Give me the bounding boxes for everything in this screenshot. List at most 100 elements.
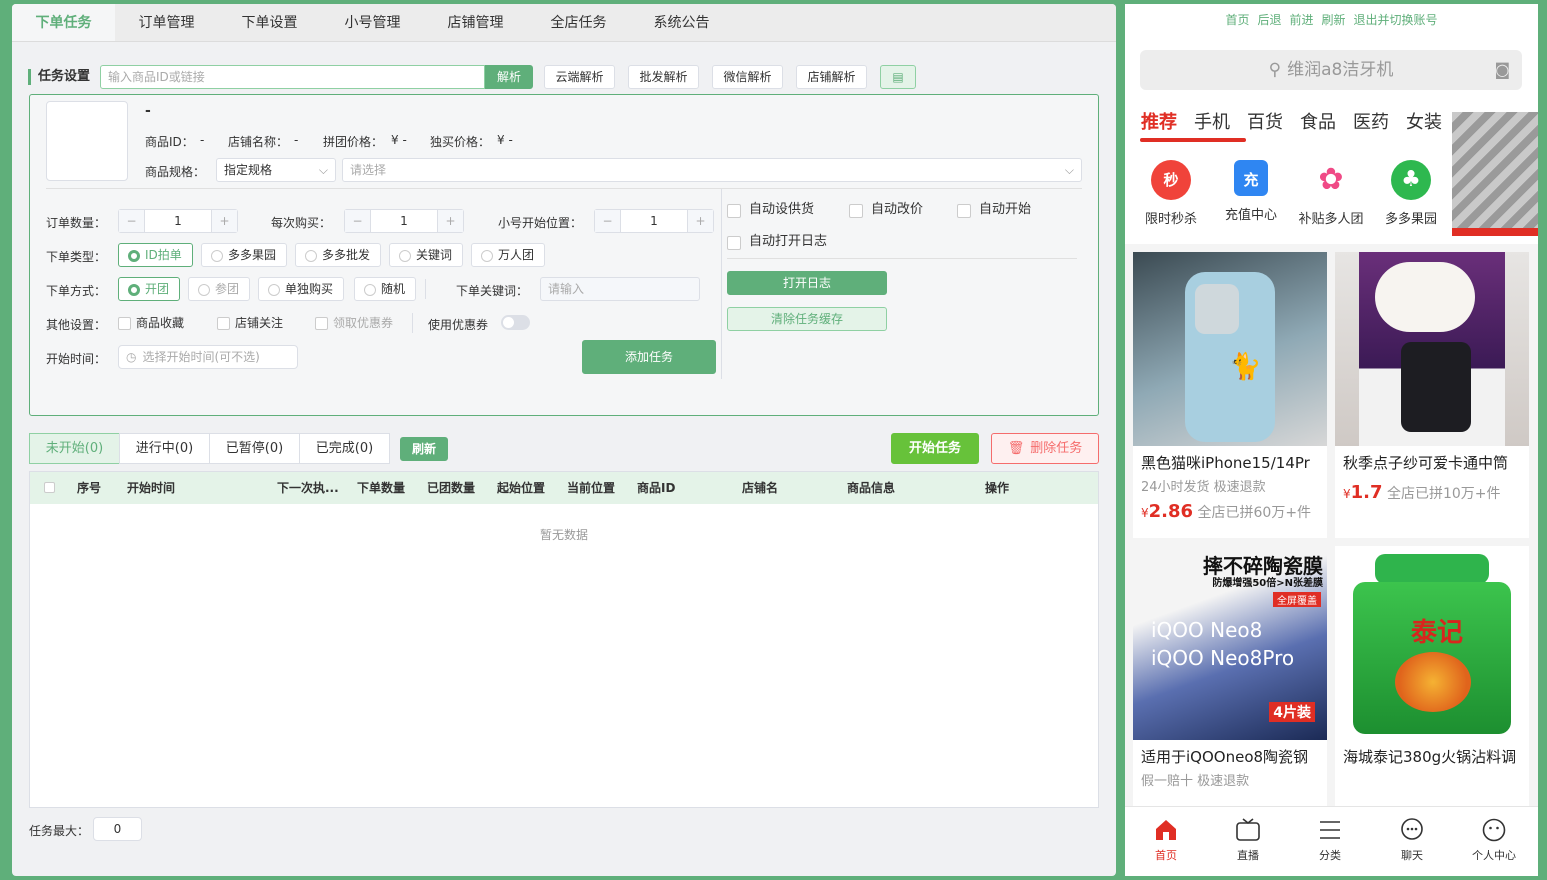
start-pos-stepper[interactable]: −1 + — [594, 209, 714, 233]
shop-parse-button[interactable]: 店铺解析 — [796, 65, 868, 89]
recharge-entry[interactable]: 充充值中心 — [1211, 160, 1291, 223]
orchard-entry[interactable]: ♣ 多多果园 — [1371, 160, 1451, 227]
tab-account-management[interactable]: 小号管理 — [321, 4, 424, 41]
select-all-checkbox[interactable] — [44, 482, 55, 493]
each-buy-stepper[interactable]: −1 + — [344, 209, 464, 233]
copy-icon[interactable]: ▤ — [880, 65, 917, 89]
pixelated-banner[interactable] — [1452, 112, 1538, 236]
plus-icon[interactable]: + — [211, 210, 237, 232]
auto-price-checkbox[interactable]: 自动改价 — [849, 203, 923, 218]
order-mode-random[interactable]: 随机 — [354, 277, 417, 301]
spec-option-select[interactable]: 请选择 ⌵ — [342, 158, 1082, 182]
promo-model2: iQOO Neo8Pro — [1151, 646, 1295, 670]
auto-supply-checkbox[interactable]: 自动设供货 — [727, 203, 814, 218]
spec-select[interactable]: 指定规格 ⌵ — [216, 158, 336, 182]
order-qty-stepper[interactable]: −1 + — [118, 209, 238, 233]
start-time-input[interactable]: ◷ 选择开始时间(可不选) — [118, 345, 298, 369]
plus-icon[interactable]: + — [437, 210, 463, 232]
order-type-orchard[interactable]: 多多果园 — [201, 243, 288, 267]
bottom-nav-category[interactable]: 分类 — [1289, 817, 1371, 863]
tab-shop-management[interactable]: 店铺管理 — [424, 4, 527, 41]
category-phone[interactable]: 手机 — [1194, 112, 1230, 133]
favorite-checkbox[interactable]: 商品收藏 — [118, 316, 184, 330]
goods-card[interactable]: 泰记 海城泰记380g火锅沾料调 — [1335, 546, 1529, 807]
tab-order-management[interactable]: 订单管理 — [115, 4, 218, 41]
tab-not-started[interactable]: 未开始(0) — [29, 433, 120, 464]
nav-refresh-link[interactable]: 刷新 — [1322, 13, 1346, 27]
nav-home-link[interactable]: 首页 — [1225, 13, 1249, 27]
nav-logout-link[interactable]: 退出并切换账号 — [1354, 13, 1438, 27]
cloud-parse-button[interactable]: 云端解析 — [544, 65, 616, 89]
tab-paused[interactable]: 已暂停(0) — [209, 433, 300, 464]
open-log-button[interactable]: 打开日志 — [727, 271, 887, 295]
goods-title: 秋季点子纱可爱卡通中筒 — [1343, 454, 1509, 472]
order-mode-join[interactable]: 参团 — [188, 277, 251, 301]
category-recommend[interactable]: 推荐 — [1141, 112, 1177, 133]
get-coupon-checkbox[interactable]: 领取优惠券 — [315, 316, 393, 330]
refresh-button[interactable]: 刷新 — [400, 437, 448, 461]
goods-card[interactable]: 秋季点子纱可爱卡通中筒 ¥1.7 全店已拼10万+件 — [1335, 252, 1529, 538]
wechat-parse-button[interactable]: 微信解析 — [712, 65, 784, 89]
add-task-button[interactable]: 添加任务 — [582, 340, 716, 374]
col-product-info: 商品信息 — [847, 481, 896, 495]
search-bar[interactable]: ⚲ 维润a8洁牙机 ◙ — [1140, 50, 1522, 90]
tab-order-task[interactable]: 下单任务 — [12, 4, 115, 41]
nav-forward-link[interactable]: 前进 — [1289, 13, 1313, 27]
product-url-input[interactable]: 输入商品ID或链接 — [100, 65, 486, 89]
category-general[interactable]: 百货 — [1247, 112, 1283, 133]
wholesale-parse-button[interactable]: 批发解析 — [628, 65, 700, 89]
col-current-pos: 当前位置 — [567, 481, 616, 495]
delete-task-button[interactable]: 🗑 删除任务 — [991, 433, 1099, 464]
order-mode-open[interactable]: 开团 — [118, 277, 181, 301]
nav-back-link[interactable]: 后退 — [1257, 13, 1281, 27]
auto-start-checkbox[interactable]: 自动开始 — [957, 203, 1031, 218]
search-icon: ⚲ — [1268, 60, 1282, 80]
order-type-wholesale[interactable]: 多多批发 — [295, 243, 382, 267]
tab-system-notice[interactable]: 系统公告 — [630, 4, 733, 41]
each-buy-label: 每次购买： — [271, 216, 332, 230]
parse-button[interactable]: 解析 — [485, 65, 534, 89]
start-task-button[interactable]: 开始任务 — [891, 433, 979, 464]
bottom-nav-profile[interactable]: 个人中心 — [1453, 817, 1535, 863]
follow-shop-checkbox[interactable]: 店铺关注 — [217, 316, 283, 330]
camera-icon[interactable]: ◙ — [1494, 50, 1510, 90]
task-max-input[interactable]: 0 — [93, 817, 142, 841]
order-type-group[interactable]: 万人团 — [471, 243, 546, 267]
product-name: - — [145, 103, 151, 119]
list-icon — [1320, 821, 1340, 839]
tab-full-shop-task[interactable]: 全店任务 — [527, 4, 630, 41]
order-type-label: 下单类型： — [46, 250, 107, 264]
category-medicine[interactable]: 医药 — [1353, 112, 1389, 133]
group-subsidy-entry[interactable]: ✿ 补贴多人团 — [1291, 160, 1371, 227]
auto-open-log-checkbox[interactable]: 自动打开日志 — [727, 235, 827, 250]
tab-completed[interactable]: 已完成(0) — [299, 433, 390, 464]
order-mode-single[interactable]: 单独购买 — [258, 277, 345, 301]
minus-icon[interactable]: − — [595, 210, 621, 232]
minus-icon[interactable]: − — [119, 210, 145, 232]
category-women[interactable]: 女装 — [1406, 112, 1442, 133]
col-start-pos: 起始位置 — [497, 481, 546, 495]
plus-icon[interactable]: + — [687, 210, 713, 232]
order-qty-value[interactable]: 1 — [145, 210, 211, 232]
minus-icon[interactable]: − — [345, 210, 371, 232]
tab-in-progress[interactable]: 进行中(0) — [119, 433, 210, 464]
clear-cache-button[interactable]: 清除任务缓存 — [727, 307, 887, 331]
bottom-nav-live[interactable]: 直播 — [1207, 817, 1289, 863]
tab-order-settings[interactable]: 下单设置 — [218, 4, 321, 41]
bottom-nav-home[interactable]: 首页 — [1125, 817, 1207, 863]
each-buy-value[interactable]: 1 — [371, 210, 437, 232]
flash-sale-entry[interactable]: 秒限时秒杀 — [1131, 160, 1211, 227]
order-type-keyword[interactable]: 关键词 — [389, 243, 464, 267]
goods-sold: 全店已拼10万+件 — [1386, 486, 1501, 502]
order-type-id[interactable]: ID拍单 — [118, 243, 193, 267]
goods-card[interactable]: 摔不碎陶瓷膜 防爆增强50倍>N张差膜 全屏覆盖 iQOO Neo8 iQOO … — [1133, 546, 1327, 807]
use-coupon-toggle[interactable] — [501, 315, 530, 330]
category-food[interactable]: 食品 — [1300, 112, 1336, 133]
goods-feed: 🐈 黑色猫咪iPhone15/14Pr 24小时发货 极速退款 ¥2.86 全店… — [1125, 244, 1538, 807]
order-mode-label: 下单方式： — [46, 284, 107, 298]
goods-card[interactable]: 🐈 黑色猫咪iPhone15/14Pr 24小时发货 极速退款 ¥2.86 全店… — [1133, 252, 1327, 538]
keyword-input[interactable]: 请输入 — [540, 277, 700, 301]
bottom-nav-chat[interactable]: 聊天 — [1371, 817, 1453, 863]
col-actions: 操作 — [985, 481, 1010, 495]
start-pos-value[interactable]: 1 — [621, 210, 687, 232]
